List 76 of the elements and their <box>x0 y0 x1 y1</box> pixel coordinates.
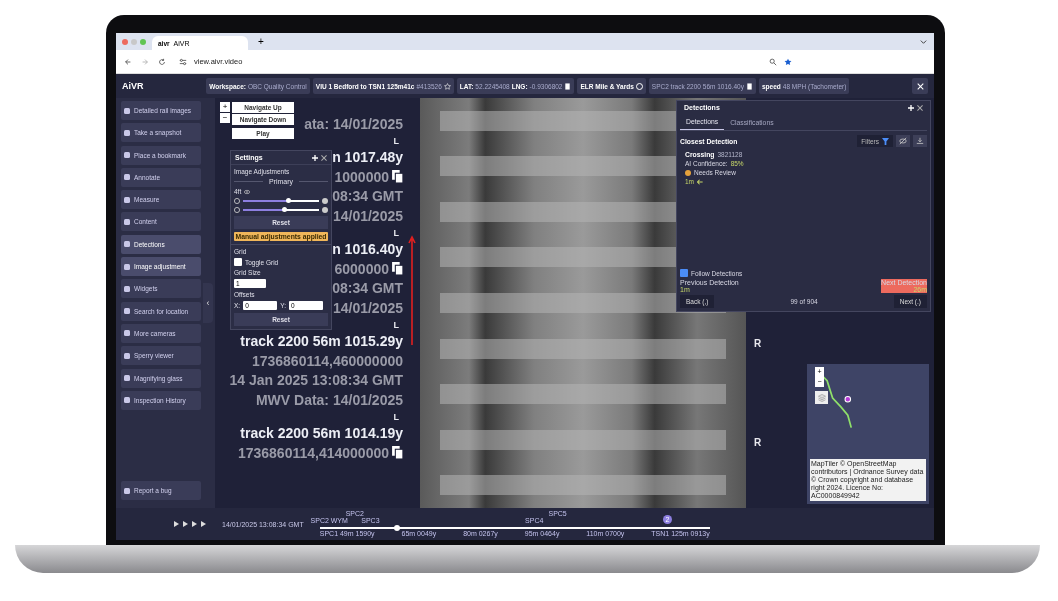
move-icon[interactable] <box>908 104 914 111</box>
tool-icon <box>124 152 130 159</box>
tool-icon <box>124 107 130 114</box>
app-logo: AiVR <box>122 81 144 91</box>
star-icon[interactable] <box>443 82 451 90</box>
close-icon[interactable] <box>917 104 923 111</box>
brightness-low-icon <box>234 198 240 204</box>
eye-off-icon <box>899 137 907 145</box>
overlay-text: 1000000 <box>334 168 389 185</box>
new-tab-button[interactable]: + <box>254 36 268 47</box>
overlay-text: MWV Data: 14/01/2025 <box>255 391 403 408</box>
tool-icon <box>124 219 130 225</box>
overlay-text: track 2200 56m 1014.19y <box>240 425 403 442</box>
close-icon <box>916 82 924 90</box>
contrast-high-icon <box>322 207 328 213</box>
overlay-text: 14 Jan 2025 13:08:34 GMT <box>229 372 403 389</box>
checkbox[interactable] <box>234 258 242 266</box>
close-icon[interactable] <box>321 154 327 161</box>
overlay-text: n 1017.48y <box>332 149 403 166</box>
close-button[interactable] <box>912 78 928 94</box>
copy-icon[interactable] <box>392 262 403 276</box>
tool-icon <box>124 308 130 315</box>
tool-icon <box>124 241 130 248</box>
overlay-text: 6000000 <box>334 260 389 277</box>
download-icon <box>916 137 924 145</box>
download-button[interactable] <box>913 135 927 147</box>
tool-icon <box>124 285 130 292</box>
overlay-text: L <box>393 319 399 330</box>
eye-icon[interactable] <box>244 188 251 195</box>
reload-icon[interactable] <box>158 57 166 66</box>
copy-icon[interactable] <box>392 446 403 460</box>
overlay-text: R <box>754 437 762 448</box>
back-icon[interactable] <box>124 57 132 66</box>
overlay-text: L <box>393 135 399 146</box>
copy-icon[interactable] <box>745 82 753 90</box>
warning-icon <box>685 169 691 176</box>
overlay-text: n 1016.40y <box>332 241 403 258</box>
tool-icon <box>124 397 130 404</box>
overlay-text: ata: 14/01/2025 <box>304 116 403 132</box>
chevron-down-icon[interactable] <box>919 37 928 46</box>
timeline-track[interactable] <box>319 527 710 529</box>
arrow-left-icon <box>697 178 704 185</box>
tool-icon <box>124 375 130 382</box>
overlay-text: track 2200 56m 1015.29y <box>240 333 403 350</box>
filter-icon <box>882 137 889 145</box>
bug-icon <box>124 487 130 494</box>
tool-icon <box>124 352 130 359</box>
overlay-text: 08:34 GMT <box>332 188 403 205</box>
tool-icon <box>124 174 130 181</box>
overlay-text: L <box>393 411 399 422</box>
site-settings-icon[interactable] <box>179 57 187 66</box>
move-icon[interactable] <box>312 154 318 161</box>
hide-button[interactable] <box>896 135 910 147</box>
tool-icon <box>124 196 130 203</box>
overlay-text: R <box>754 338 762 349</box>
tool-icon <box>124 330 130 337</box>
info-icon[interactable] <box>635 82 643 90</box>
layers-icon <box>817 393 826 402</box>
overlay-text: 1736860114,414000000 <box>237 444 389 461</box>
copy-icon[interactable] <box>564 82 572 90</box>
zoom-icon[interactable] <box>769 57 777 66</box>
tool-icon <box>124 129 130 136</box>
overlay-text: 1736860114,460000000 <box>251 352 403 369</box>
zoom-out-button[interactable]: − <box>220 113 230 123</box>
contrast-low-icon <box>234 207 240 213</box>
zoom-in-button[interactable]: + <box>220 102 230 112</box>
overlay-text: L <box>393 227 399 238</box>
brightness-high-icon <box>322 198 328 204</box>
overlay-text: 14/01/2025 <box>332 299 403 316</box>
copy-icon[interactable] <box>392 170 403 184</box>
bookmark-star-icon[interactable] <box>784 57 792 66</box>
overlay-text: 14/01/2025 <box>332 207 403 224</box>
tool-icon <box>124 263 130 270</box>
checkbox[interactable] <box>680 269 688 277</box>
overlay-text: 08:34 GMT <box>332 280 403 297</box>
collapse-sidebar-button[interactable]: ‹ <box>203 283 213 323</box>
